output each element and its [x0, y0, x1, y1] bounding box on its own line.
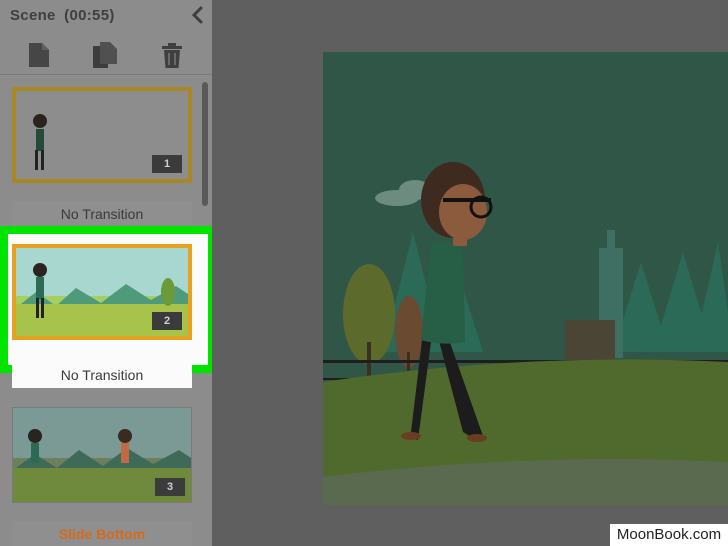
scene-illustration: [323, 52, 728, 505]
scene-panel: Scene (00:55) 1 No Transition 2 No Trans…: [0, 0, 212, 546]
scene-number-badge: 3: [155, 478, 185, 496]
scene-number-badge: 2: [152, 312, 182, 330]
scene-2-transition[interactable]: No Transition: [12, 362, 192, 388]
scene-thumbnail-2[interactable]: 2: [12, 244, 192, 340]
scene-3-transition[interactable]: Slide Bottom: [12, 521, 192, 546]
trash-icon[interactable]: [159, 41, 185, 69]
scene-1-transition[interactable]: No Transition: [12, 201, 192, 227]
scene-thumbnail-3[interactable]: 3: [12, 407, 192, 503]
building: [565, 320, 615, 360]
scene-preview-canvas[interactable]: [323, 52, 728, 505]
scene-duration: (00:55): [64, 7, 115, 24]
scene-number-badge: 1: [152, 155, 182, 173]
scene-panel-title: Scene (00:55): [10, 7, 115, 24]
chevron-left-icon[interactable]: [190, 5, 206, 25]
scene-label: Scene: [10, 7, 56, 24]
scene-list-scrollbar[interactable]: [202, 82, 208, 206]
watermark: MoonBook.com: [610, 524, 728, 546]
scene-panel-header: Scene (00:55): [0, 0, 212, 32]
scene-thumbnail-1[interactable]: 1: [12, 87, 192, 183]
new-scene-icon[interactable]: [26, 41, 52, 69]
scene-toolbar: [0, 32, 212, 75]
duplicate-scene-icon[interactable]: [92, 41, 118, 69]
